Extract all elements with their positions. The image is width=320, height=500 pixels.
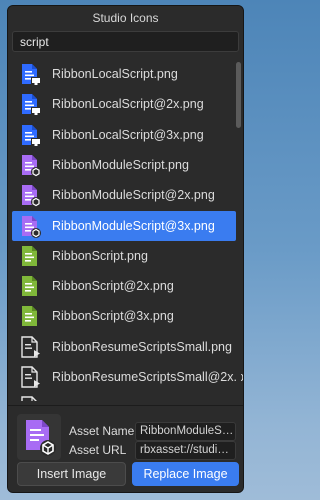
asset-details: Asset Name RibbonModuleScript@3x.png Ass… (8, 405, 243, 492)
icon-list-item-label: RibbonScript@3x.png (52, 309, 174, 324)
icon-list-item-label: RibbonModuleScript.png (52, 157, 189, 172)
search-input[interactable]: script (12, 31, 239, 52)
resume-scripts-icon (19, 395, 41, 401)
local-script-icon (19, 62, 41, 86)
module-script-icon (19, 183, 41, 208)
icon-list-item[interactable]: RibbonResumeScriptsSmall@3x.png (12, 392, 243, 401)
icon-list-item-label: RibbonResumeScriptsSmall@2x.png (52, 370, 244, 384)
window-title: Studio Icons (8, 6, 243, 30)
icon-list-item-label: RibbonLocalScript@3x.png (52, 127, 204, 142)
icon-list-item[interactable]: RibbonLocalScript@3x.png (12, 120, 236, 150)
icon-list[interactable]: RibbonLocalScript.png RibbonLocalScript@2… (8, 57, 243, 401)
script-icon (19, 244, 41, 268)
icon-list-item-label: RibbonLocalScript@2x.png (52, 97, 204, 112)
script-icon (19, 274, 41, 298)
icon-list-item-label: RibbonResumeScriptsSmall@3x.png (52, 400, 243, 401)
icon-list-item[interactable]: RibbonScript.png (12, 241, 236, 271)
replace-image-button[interactable]: Replace Image (132, 462, 239, 486)
icon-list-item-label: RibbonLocalScript.png (52, 67, 178, 81)
asset-url-field[interactable]: rbxasset://studio_svg_textures/Shared/In… (135, 441, 236, 460)
insert-image-button[interactable]: Insert Image (17, 462, 126, 486)
icon-list-item[interactable]: RibbonModuleScript.png (12, 150, 236, 180)
icon-list-item[interactable]: RibbonResumeScriptsSmall.png (12, 332, 236, 362)
icon-list-item-label: RibbonModuleScript@2x.png (52, 188, 215, 203)
icon-list-item[interactable]: RibbonResumeScriptsSmall@2x.png (12, 362, 243, 392)
studio-icons-window: Studio Icons script RibbonLocalScript.pn… (7, 5, 244, 493)
icon-list-item[interactable]: RibbonModuleScript@2x.png (12, 180, 236, 210)
script-icon (19, 304, 41, 328)
icon-list-item-label: RibbonResumeScriptsSmall.png (52, 339, 232, 354)
module-script-icon (19, 214, 41, 238)
local-script-icon (19, 92, 41, 116)
scrollbar-thumb[interactable] (236, 62, 241, 128)
icon-list-item[interactable]: RibbonLocalScript@2x.png (12, 89, 236, 119)
asset-url-label: Asset URL (69, 443, 127, 457)
icon-list-item-label: RibbonModuleScript@3x.png (52, 218, 215, 233)
module-script-icon (19, 153, 41, 177)
icon-list-item[interactable]: RibbonScript@3x.png (12, 301, 236, 331)
asset-name-field[interactable]: RibbonModuleScript@3x.png (135, 422, 236, 441)
resume-scripts-icon (19, 335, 41, 359)
module-script-icon (26, 420, 56, 456)
local-script-icon (19, 123, 41, 147)
list-scrollbar[interactable] (236, 58, 241, 398)
icon-list-item-label: RibbonScript@2x.png (52, 279, 174, 294)
icon-list-item[interactable]: RibbonLocalScript.png (12, 59, 236, 89)
resume-scripts-icon (19, 365, 41, 389)
asset-preview (17, 414, 61, 460)
icon-list-item-label: RibbonScript.png (52, 248, 148, 263)
icon-list-item[interactable]: RibbonScript@2x.png (12, 271, 236, 301)
asset-name-label: Asset Name (69, 424, 135, 438)
icon-list-item[interactable]: RibbonModuleScript@3x.png (12, 210, 236, 241)
